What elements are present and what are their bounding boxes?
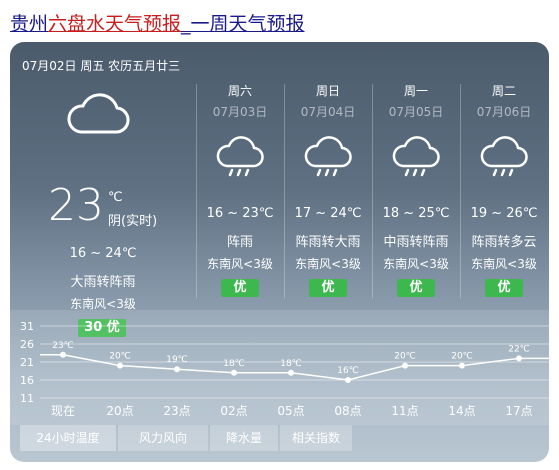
today-condition: 大雨转阵雨 bbox=[70, 275, 136, 290]
day-condition: 阵雨转大雨 bbox=[295, 235, 361, 250]
tab-24h-temperature[interactable]: 24小时温度 bbox=[20, 425, 116, 451]
day-aqi-badge[interactable]: 优 bbox=[221, 279, 259, 297]
data-point bbox=[345, 377, 351, 383]
page-title: 贵州六盘水天气预报_一周天气预报 bbox=[10, 9, 305, 36]
data-point bbox=[60, 351, 66, 358]
cloudy-icon bbox=[65, 88, 131, 142]
forecast-day-4: 周二 07月06日 19 ~ 26℃ 阵雨转多云 东南风<3级 优 bbox=[460, 82, 548, 302]
day-range: 16 ~ 23℃ bbox=[206, 206, 274, 221]
x-tick-label: 23点 bbox=[163, 404, 190, 418]
data-label: 20℃ bbox=[451, 352, 473, 362]
today-date: 07月02日 周五 农历五月廿三 bbox=[22, 59, 181, 73]
x-tick-label: 08点 bbox=[334, 404, 361, 418]
x-tick-label: 现在 bbox=[51, 404, 75, 418]
day-condition: 阵雨 bbox=[226, 235, 253, 250]
data-label: 22℃ bbox=[508, 344, 530, 354]
forecast-day-3: 周一 07月05日 18 ~ 25℃ 中雨转阵雨 东南风<3级 优 bbox=[372, 82, 460, 302]
day-name: 周二 bbox=[491, 84, 516, 98]
data-point bbox=[402, 362, 408, 369]
current-condition: 阴(实时) bbox=[108, 214, 158, 229]
data-label: 20℃ bbox=[109, 352, 131, 362]
data-label: 23℃ bbox=[52, 341, 74, 351]
forecast-day-1: 周六 07月03日 16 ~ 23℃ 阵雨 东南风<3级 优 bbox=[196, 82, 284, 302]
tab-precipitation[interactable]: 降水量 bbox=[210, 425, 278, 451]
y-tick-label: 21 bbox=[20, 356, 34, 369]
day-name: 周六 bbox=[227, 84, 252, 98]
day-date: 07月03日 bbox=[212, 105, 268, 119]
rain-icon bbox=[215, 136, 265, 184]
tab-wind[interactable]: 风力风向 bbox=[118, 425, 208, 451]
day-wind: 东南风<3级 bbox=[383, 257, 449, 271]
day-name: 周一 bbox=[403, 84, 428, 98]
y-tick-label: 26 bbox=[20, 338, 34, 351]
title-separator: _ bbox=[181, 13, 191, 35]
day-wind: 东南风<3级 bbox=[471, 257, 537, 271]
forecast-day-2: 周日 07月04日 17 ~ 24℃ 阵雨转大雨 东南风<3级 优 bbox=[284, 82, 372, 302]
y-tick-label: 16 bbox=[20, 374, 34, 387]
data-label: 16℃ bbox=[337, 366, 359, 376]
data-label: 18℃ bbox=[223, 359, 245, 369]
x-tick-label: 05点 bbox=[277, 404, 304, 418]
data-point bbox=[117, 362, 123, 369]
x-tick-label: 02点 bbox=[220, 404, 247, 418]
day-range: 19 ~ 26℃ bbox=[470, 206, 538, 221]
province-link[interactable]: 贵州 bbox=[10, 13, 48, 35]
data-point bbox=[288, 369, 294, 376]
rain-icon bbox=[303, 136, 353, 184]
day-aqi-badge[interactable]: 优 bbox=[397, 279, 435, 297]
city-link[interactable]: 六盘水天气预报 bbox=[48, 13, 181, 35]
day-aqi-badge[interactable]: 优 bbox=[485, 279, 523, 297]
day-wind: 东南风<3级 bbox=[295, 257, 361, 271]
week-forecast-link[interactable]: 一周天气预报 bbox=[191, 13, 305, 35]
data-label: 18℃ bbox=[280, 359, 302, 369]
rain-icon bbox=[391, 136, 441, 184]
today-panel: 23 ℃ 阴(实时) 16 ~ 24℃ 大雨转阵雨 东南风<3级 30 优 bbox=[10, 82, 196, 337]
y-tick-label: 31 bbox=[20, 320, 34, 333]
y-tick-label: 11 bbox=[20, 392, 34, 405]
current-temperature: 23 bbox=[48, 180, 104, 231]
x-tick-label: 14点 bbox=[448, 404, 475, 418]
day-range: 18 ~ 25℃ bbox=[382, 206, 450, 221]
day-wind: 东南风<3级 bbox=[207, 257, 273, 271]
temperature-unit: ℃ bbox=[108, 190, 123, 205]
day-condition: 中雨转阵雨 bbox=[383, 235, 449, 250]
day-name: 周日 bbox=[315, 84, 340, 98]
x-tick-label: 11点 bbox=[391, 404, 418, 418]
today-range: 16 ~ 24℃ bbox=[69, 246, 137, 261]
tab-indices[interactable]: 相关指数 bbox=[280, 425, 352, 451]
day-condition: 阵雨转多云 bbox=[471, 235, 537, 250]
day-date: 07月04日 bbox=[300, 105, 356, 119]
temperature-chart-svg: 31 26 21 16 11 23℃ 现在 20℃ 20点 19℃ 23点 18℃ 02点 18℃ 05点 1… bbox=[20, 320, 549, 418]
x-tick-label: 17点 bbox=[505, 404, 532, 418]
day-date: 07月06日 bbox=[476, 105, 532, 119]
data-point bbox=[516, 355, 522, 362]
data-point bbox=[459, 362, 465, 369]
weather-card: 07月02日 周五 农历五月廿三 23 ℃ 阴(实时) 16 ~ 24℃ 大雨转… bbox=[10, 42, 549, 462]
chart-tabs: 24小时温度 风力风向 降水量 相关指数 bbox=[10, 425, 549, 462]
data-label: 20℃ bbox=[394, 352, 416, 362]
data-point bbox=[231, 369, 237, 376]
data-point bbox=[174, 366, 180, 373]
temperature-chart: 31 26 21 16 11 23℃ 现在 20℃ 20点 19℃ 23点 18℃ 02点 18℃ 05点 1… bbox=[10, 310, 549, 425]
data-label: 19℃ bbox=[166, 355, 188, 365]
x-tick-label: 20点 bbox=[106, 404, 133, 418]
day-aqi-badge[interactable]: 优 bbox=[309, 279, 347, 297]
day-date: 07月05日 bbox=[388, 105, 444, 119]
rain-icon bbox=[479, 136, 529, 184]
day-range: 17 ~ 24℃ bbox=[294, 206, 362, 221]
